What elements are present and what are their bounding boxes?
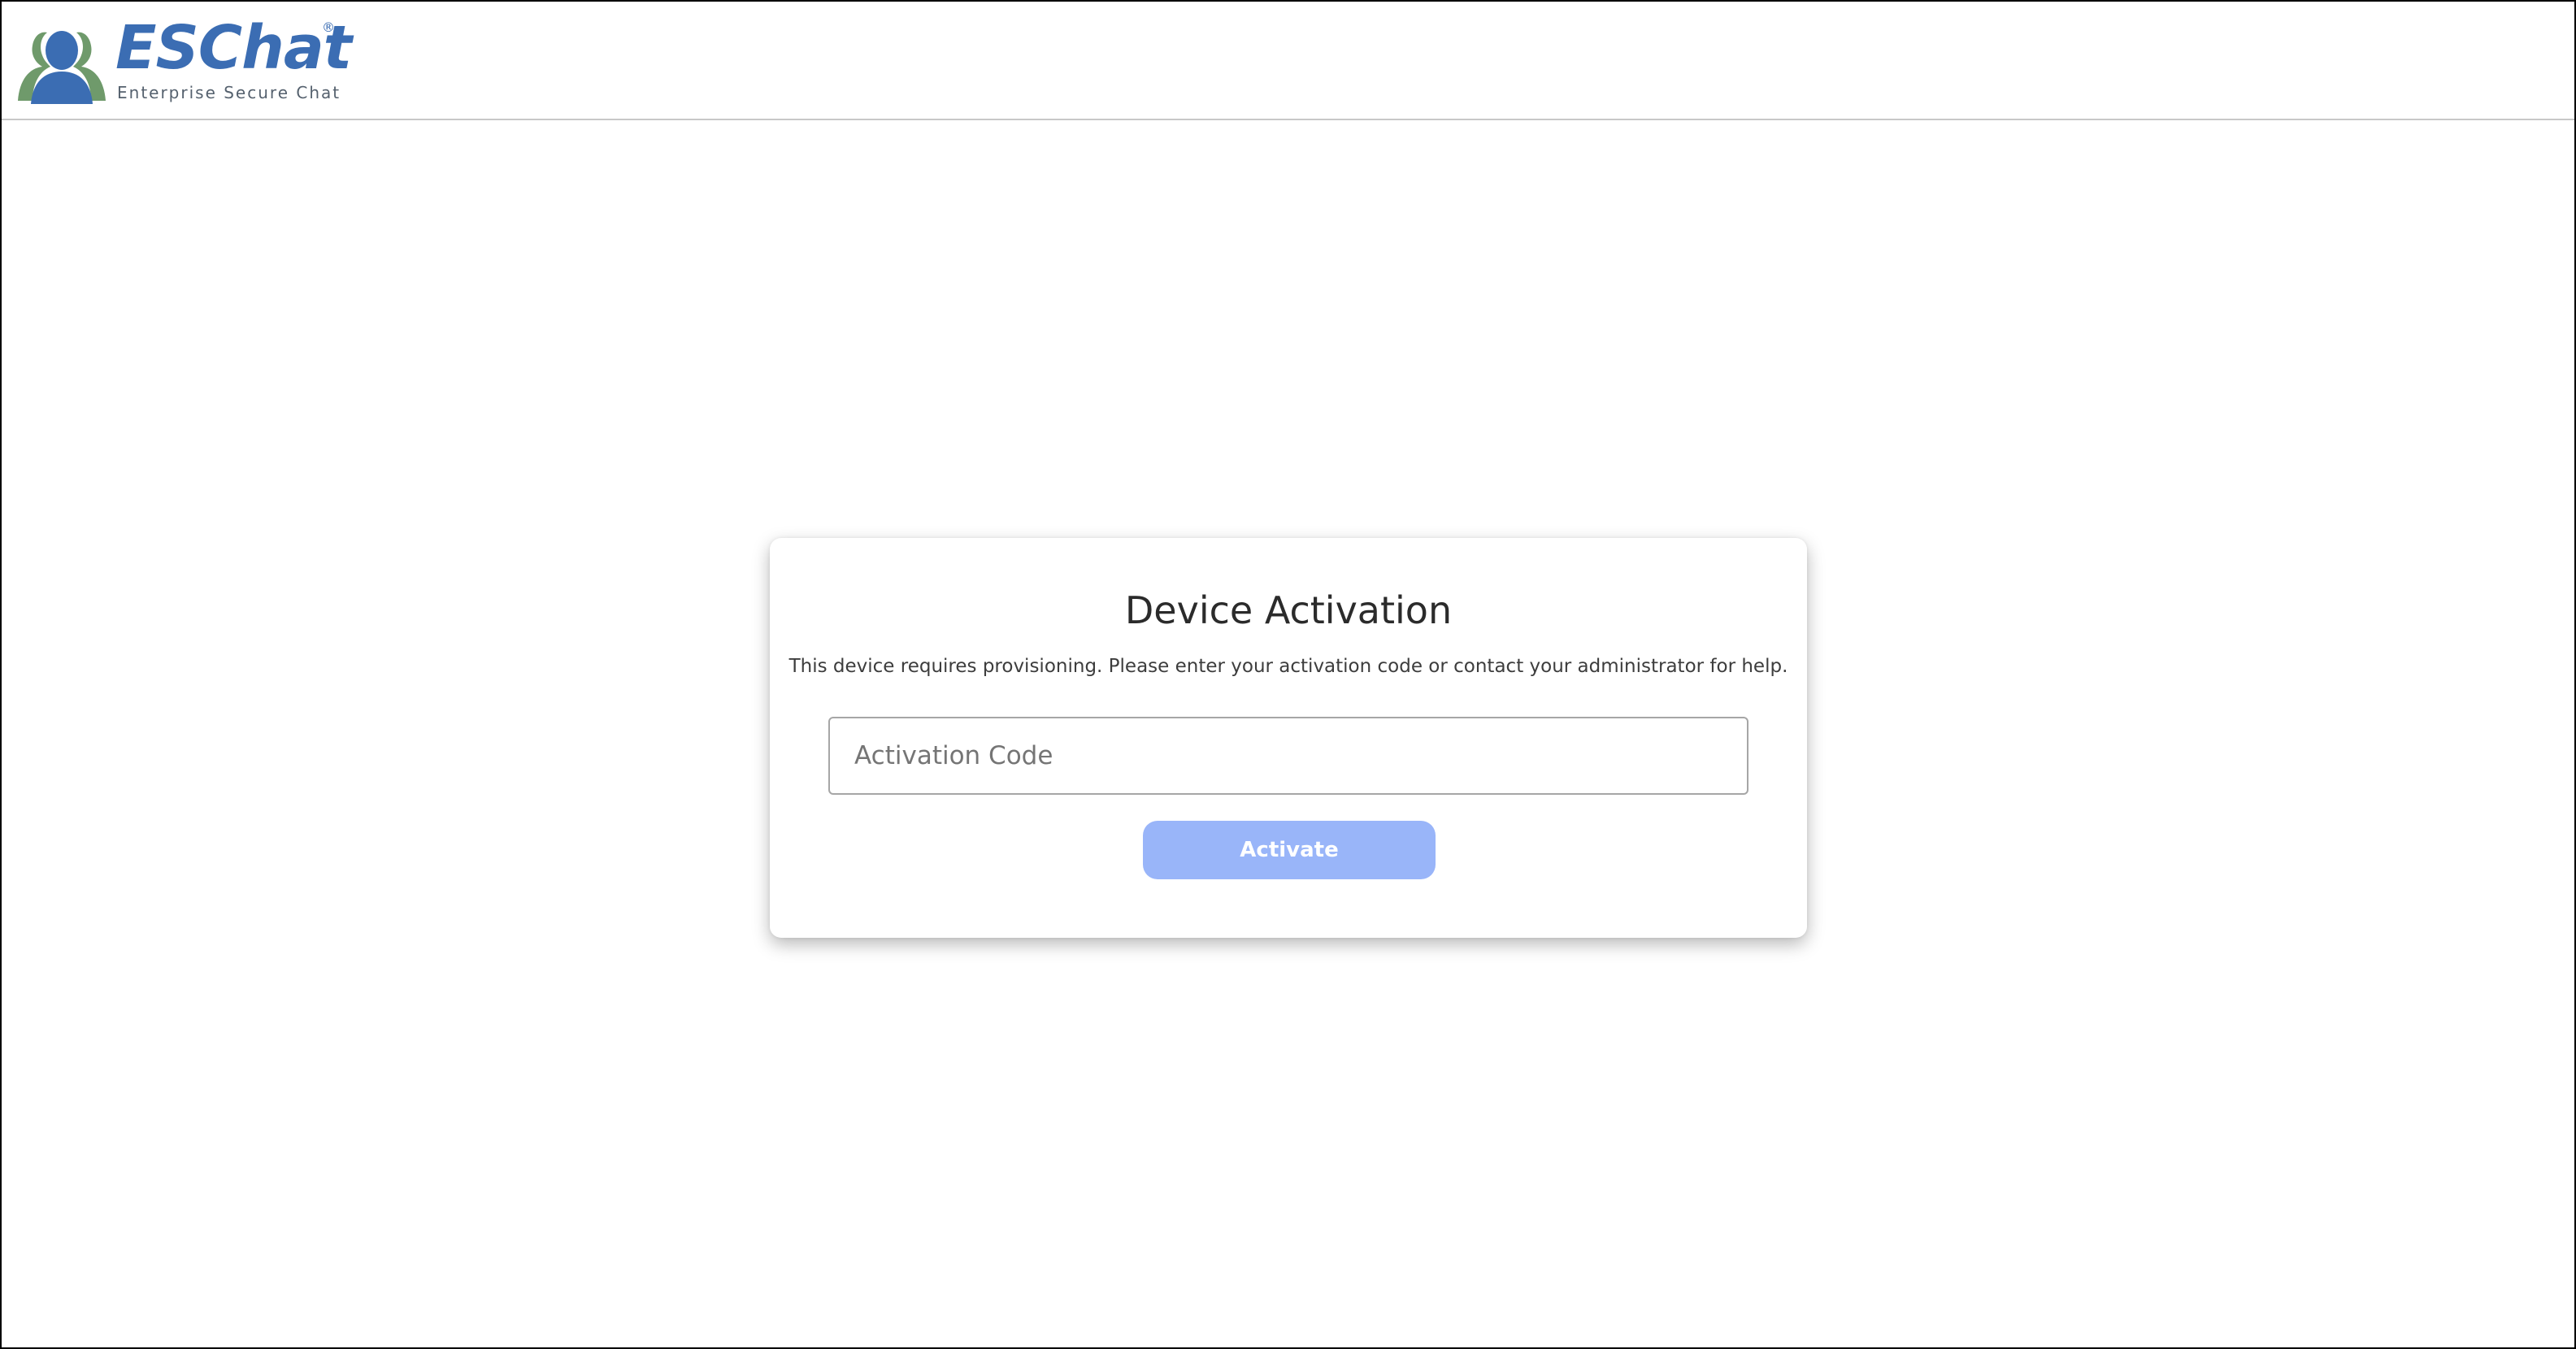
app-window: ESChat ® Enterprise Secure Chat Device A… xyxy=(0,0,2576,1349)
logo-tagline: Enterprise Secure Chat xyxy=(117,83,341,102)
app-header: ESChat ® Enterprise Secure Chat xyxy=(2,2,2574,120)
eschat-logo: ESChat ® Enterprise Secure Chat xyxy=(16,18,352,104)
logo-wordmark: ESChat xyxy=(115,13,352,83)
registered-mark: ® xyxy=(322,20,335,35)
people-icon xyxy=(18,31,106,104)
activation-card: Device Activation This device requires p… xyxy=(770,538,1807,938)
activation-code-input[interactable] xyxy=(828,717,1748,795)
activate-button[interactable]: Activate xyxy=(1143,821,1436,879)
logo-text: ESChat ® Enterprise Secure Chat xyxy=(115,18,352,104)
activation-description: This device requires provisioning. Pleas… xyxy=(788,656,1788,677)
activation-title: Device Activation xyxy=(1124,588,1453,632)
